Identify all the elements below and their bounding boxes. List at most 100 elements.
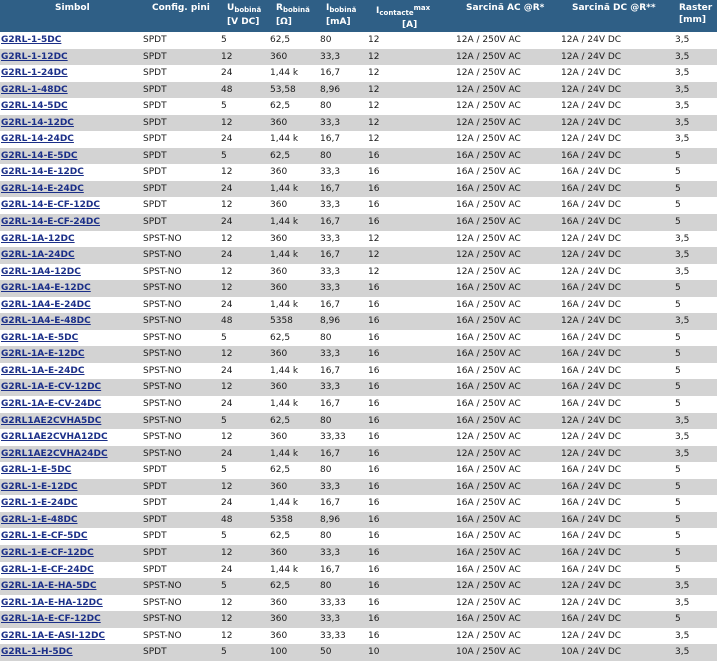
u-bobina-cell: 12 — [221, 233, 233, 244]
symbol-link[interactable]: G2RL-1-E-CF-5DC — [1, 528, 87, 545]
symbol-link[interactable]: G2RL-1A-E-12DC — [1, 346, 85, 363]
i-bobina-cell: 16,7 — [320, 183, 341, 194]
u-bobina-cell: 12 — [221, 597, 233, 608]
config-cell: SPDT — [143, 134, 167, 145]
symbol-link[interactable]: G2RL-14-E-CF-24DC — [1, 214, 100, 231]
raster-cell: 3,5 — [675, 316, 690, 327]
r-bobina-cell: 62,5 — [270, 531, 291, 542]
symbol-link[interactable]: G2RL-14-24DC — [1, 131, 74, 148]
u-bobina-cell: 5 — [221, 581, 227, 592]
symbol-link[interactable]: G2RL-1A-E-CV-12DC — [1, 379, 101, 396]
symbol-link[interactable]: G2RL-1-24DC — [1, 65, 68, 82]
symbol-link[interactable]: G2RL-1A-E-CF-12DC — [1, 611, 101, 628]
header-icontacte: Icontactemax [A] — [376, 2, 430, 31]
table-row: G2RL-14-12DC SPDT 12 360 33,3 12 12A / 250V AC… — [0, 114, 717, 132]
config-cell: SPDT — [143, 167, 167, 178]
raster-cell: 5 — [675, 283, 681, 294]
config-cell: SPDT — [143, 547, 167, 558]
raster-cell: 5 — [675, 150, 681, 161]
symbol-link[interactable]: G2RL-1A4-E-48DC — [1, 313, 91, 330]
u-bobina-cell: 12 — [221, 630, 233, 641]
symbol-link[interactable]: G2RL-14-E-12DC — [1, 164, 84, 181]
symbol-link[interactable]: G2RL-1-E-48DC — [1, 512, 78, 529]
i-contacte-cell: 16 — [368, 614, 380, 625]
table-row: G2RL-1-48DC SPDT 48 53,58 8,96 12 12A / 250V A… — [0, 81, 717, 99]
symbol-link[interactable]: G2RL-14-12DC — [1, 115, 74, 132]
symbol-link[interactable]: G2RL-1A-E-ASI-12DC — [1, 628, 105, 645]
r-bobina-cell: 360 — [270, 233, 288, 244]
symbol-link[interactable]: G2RL-14-5DC — [1, 98, 68, 115]
table-body: G2RL-1-5DC SPDT 5 62,5 80 12 12A / 250V AC 12A … — [0, 32, 717, 661]
symbol-link[interactable]: G2RL1AE2CVHA12DC — [1, 429, 108, 446]
symbol-link[interactable]: G2RL-1-12DC — [1, 49, 68, 66]
u-bobina-cell: 48 — [221, 316, 233, 327]
table-row: G2RL-1A-E-HA-5DC SPST-NO 5 62,5 80 16 12A / 25… — [0, 578, 717, 595]
symbol-link[interactable]: G2RL-1-5DC — [1, 32, 61, 49]
header-r: Rbobină [Ω] — [276, 2, 310, 28]
i-contacte-cell: 16 — [368, 432, 380, 443]
symbol-link[interactable]: G2RL-1-E-CF-24DC — [1, 562, 94, 579]
symbol-link[interactable]: G2RL-1-E-CF-12DC — [1, 545, 94, 562]
u-bobina-cell: 12 — [221, 51, 233, 62]
symbol-link[interactable]: G2RL-1A-E-CV-24DC — [1, 396, 101, 413]
u-bobina-cell: 12 — [221, 200, 233, 211]
header-simbol: Simbol — [55, 3, 90, 13]
sarcina-dc-cell: 16A / 24V DC — [561, 200, 622, 211]
config-cell: SPST-NO — [143, 233, 182, 244]
sarcina-ac-cell: 16A / 250V AC — [456, 399, 521, 410]
i-contacte-cell: 16 — [368, 531, 380, 542]
sarcina-dc-cell: 12A / 24V DC — [561, 597, 622, 608]
i-bobina-cell: 33,3 — [320, 117, 341, 128]
i-bobina-cell: 80 — [320, 150, 332, 161]
symbol-link[interactable]: G2RL-1A-E-5DC — [1, 330, 78, 347]
raster-cell: 5 — [675, 200, 681, 211]
symbol-link[interactable]: G2RL-1-H-5DC — [1, 644, 73, 661]
sarcina-dc-cell: 16A / 24V DC — [561, 564, 622, 575]
config-cell: SPDT — [143, 35, 167, 45]
raster-cell: 5 — [675, 332, 681, 343]
symbol-link[interactable]: G2RL-1A-12DC — [1, 231, 75, 248]
table-row: G2RL-1A-E-CF-12DC SPST-NO 12 360 33,3 16 16A /… — [0, 611, 717, 628]
symbol-link[interactable]: G2RL1AE2CVHA5DC — [1, 413, 101, 430]
symbol-link[interactable]: G2RL-1-E-24DC — [1, 495, 78, 512]
sarcina-dc-cell: 12A / 24V DC — [561, 266, 622, 277]
config-cell: SPST-NO — [143, 630, 182, 641]
symbol-link[interactable]: G2RL-1A4-12DC — [1, 264, 81, 281]
i-contacte-cell: 16 — [368, 564, 380, 575]
i-contacte-cell: 12 — [368, 134, 380, 145]
table-row: G2RL-1-E-48DC SPDT 48 5358 8,96 16 16A / 250V … — [0, 511, 717, 529]
symbol-link[interactable]: G2RL-14-E-24DC — [1, 181, 84, 198]
sarcina-dc-cell: 12A / 24V DC — [561, 415, 622, 426]
symbol-link[interactable]: G2RL-1A-E-HA-12DC — [1, 595, 103, 612]
symbol-link[interactable]: G2RL-1A4-E-12DC — [1, 280, 91, 297]
header-r-sub: bobină — [282, 6, 310, 14]
raster-cell: 5 — [675, 167, 681, 178]
symbol-link[interactable]: G2RL-1A4-E-24DC — [1, 297, 91, 314]
table-row: G2RL-1-E-24DC SPDT 24 1,44 k 16,7 16 16A / 250… — [0, 495, 717, 512]
u-bobina-cell: 5 — [221, 465, 227, 476]
symbol-link[interactable]: G2RL-1A-24DC — [1, 247, 75, 264]
u-bobina-cell: 24 — [221, 183, 233, 194]
symbol-link[interactable]: G2RL-1-48DC — [1, 82, 68, 99]
sarcina-ac-cell: 12A / 250V AC — [456, 250, 521, 261]
raster-cell: 5 — [675, 564, 681, 575]
i-bobina-cell: 33,3 — [320, 167, 341, 178]
raster-cell: 3,5 — [675, 630, 690, 641]
symbol-link[interactable]: G2RL-1A-E-HA-5DC — [1, 578, 96, 595]
table-row: G2RL-1A4-12DC SPST-NO 12 360 33,3 12 12A / 250… — [0, 263, 717, 281]
symbol-link[interactable]: G2RL-14-E-5DC — [1, 148, 78, 165]
sarcina-dc-cell: 12A / 24V DC — [561, 117, 622, 128]
config-cell: SPDT — [143, 51, 167, 62]
raster-cell: 3,5 — [675, 68, 690, 79]
symbol-link[interactable]: G2RL-1A-E-24DC — [1, 363, 85, 380]
sarcina-dc-cell: 16A / 24V DC — [561, 465, 622, 476]
symbol-link[interactable]: G2RL-1-E-5DC — [1, 462, 71, 479]
i-contacte-cell: 16 — [368, 332, 380, 343]
r-bobina-cell: 360 — [270, 481, 288, 492]
symbol-link[interactable]: G2RL1AE2CVHA24DC — [1, 446, 108, 463]
i-bobina-cell: 8,96 — [320, 316, 341, 327]
symbol-link[interactable]: G2RL-14-E-CF-12DC — [1, 197, 100, 214]
u-bobina-cell: 5 — [221, 647, 227, 658]
symbol-link[interactable]: G2RL-1-E-12DC — [1, 479, 78, 496]
i-contacte-cell: 16 — [368, 597, 380, 608]
